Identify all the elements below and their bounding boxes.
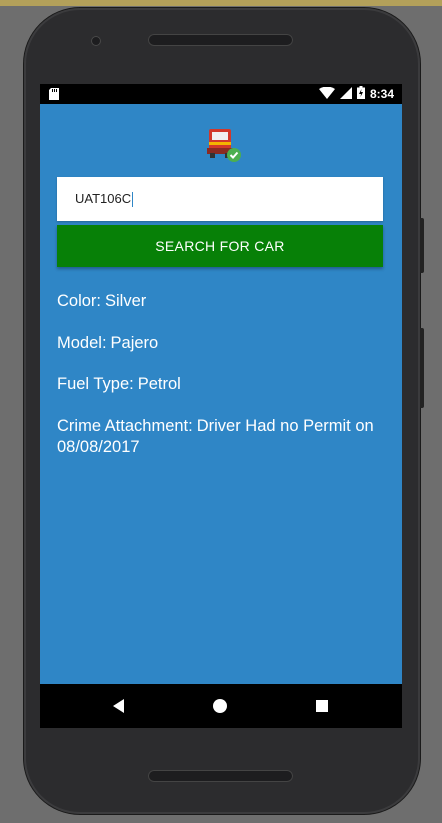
home-circle-icon[interactable]	[213, 699, 227, 713]
color-row: Color: Silver	[57, 291, 387, 312]
back-triangle-icon[interactable]	[113, 699, 124, 713]
model-value: Pajero	[110, 334, 159, 352]
sd-card-icon	[49, 88, 59, 100]
window-top-strip	[0, 0, 442, 6]
bottom-speaker	[148, 770, 293, 782]
color-value: Silver	[105, 292, 147, 310]
battery-icon	[356, 86, 365, 102]
fuel-type-value: Petrol	[137, 375, 181, 393]
model-row: Model: Pajero	[57, 333, 387, 354]
plate-number-value: UAT106C	[75, 191, 132, 206]
fuel-type-label: Fuel Type:	[57, 375, 134, 393]
text-cursor	[132, 192, 134, 208]
crime-attachment-row: Crime Attachment: Driver Had no Permit on…	[57, 416, 387, 458]
front-camera	[91, 36, 101, 46]
navigation-bar	[40, 684, 402, 728]
model-label: Model:	[57, 334, 107, 352]
search-for-car-button[interactable]: SEARCH FOR CAR	[57, 225, 383, 267]
wifi-icon	[318, 86, 335, 102]
volume-button[interactable]	[420, 218, 424, 273]
power-button[interactable]	[420, 328, 424, 408]
signal-icon	[339, 86, 352, 102]
status-bar: 8:34	[40, 84, 402, 104]
earpiece-speaker	[148, 34, 293, 46]
truck-check-icon	[204, 126, 244, 166]
recents-square-icon[interactable]	[316, 700, 328, 712]
fuel-type-row: Fuel Type: Petrol	[57, 374, 387, 395]
status-time: 8:34	[369, 87, 394, 101]
app-screen: 8:34 UAT106C SEARCH FOR CAR Color: Silver…	[40, 84, 402, 728]
plate-number-input[interactable]: UAT106C	[57, 177, 383, 221]
status-icons: 8:34	[318, 86, 394, 102]
crime-attachment-label: Crime Attachment:	[57, 417, 193, 435]
color-label: Color:	[57, 292, 102, 310]
